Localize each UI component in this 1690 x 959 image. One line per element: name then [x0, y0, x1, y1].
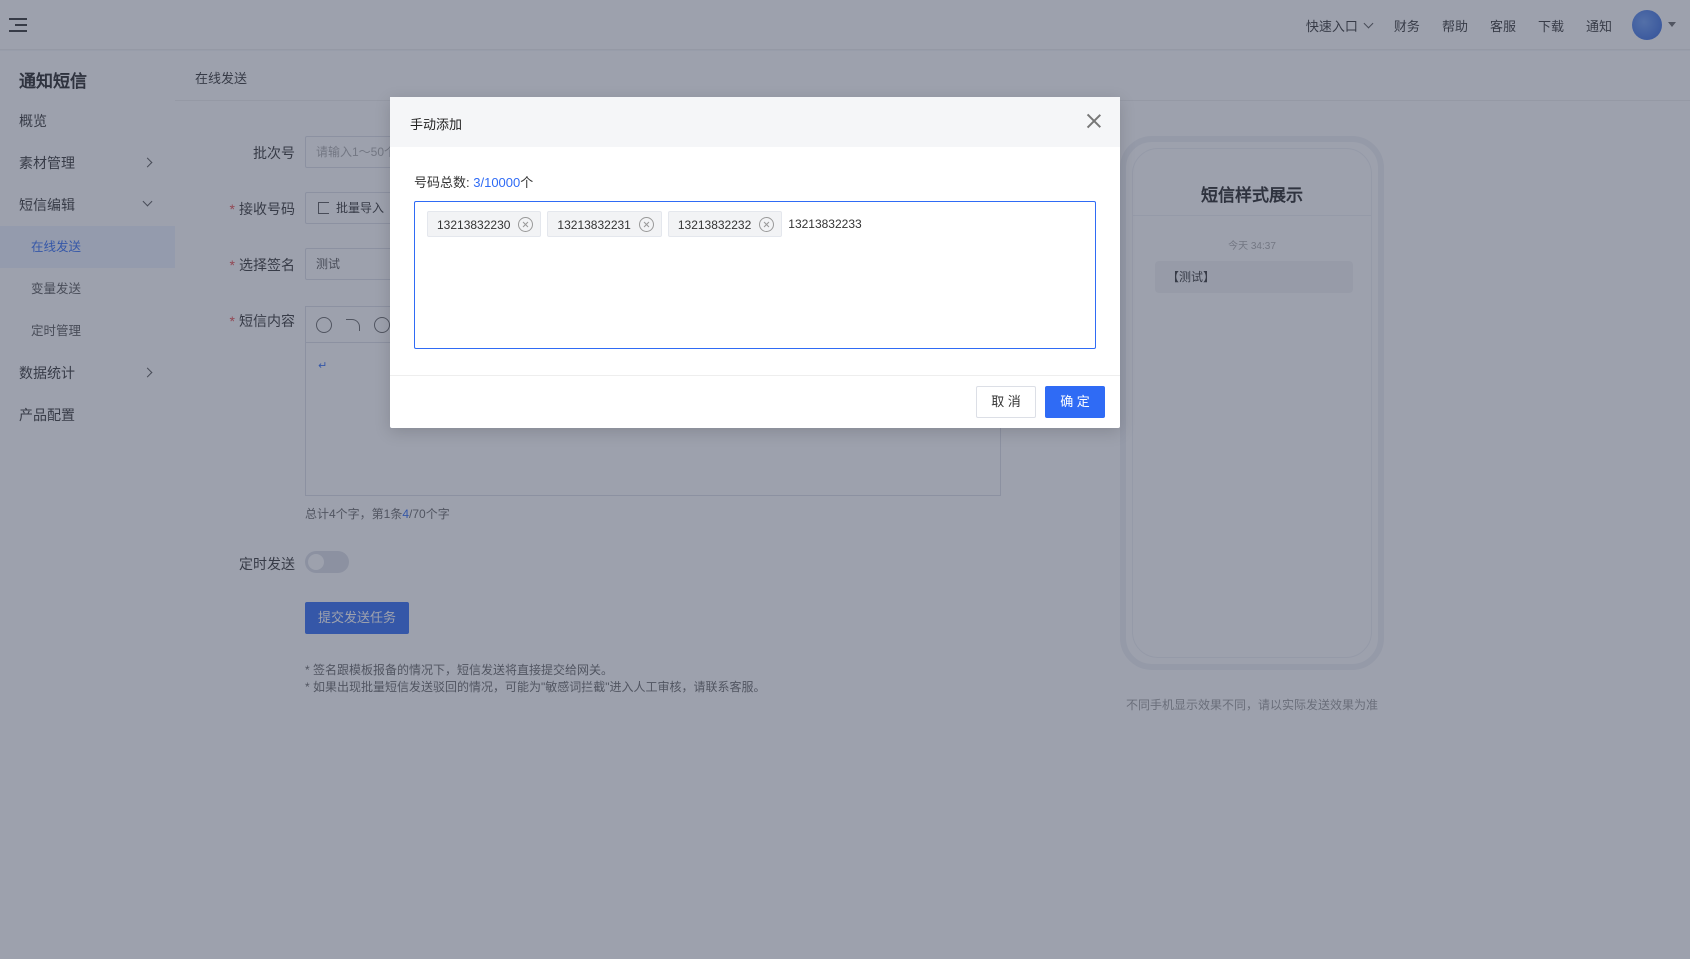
confirm-button[interactable]: 确 定 [1045, 386, 1105, 418]
cancel-button[interactable]: 取 消 [976, 386, 1036, 418]
phone-tag: 13213832230 [427, 211, 542, 237]
phone-number-input[interactable] [788, 211, 909, 237]
divider [390, 375, 1120, 376]
close-icon[interactable] [1086, 113, 1102, 129]
tag-list: 13213832230 13213832231 13213832232 [427, 211, 1083, 237]
phone-tag: 13213832231 [547, 211, 662, 237]
remove-tag-icon[interactable] [518, 217, 534, 232]
manual-add-dialog: 手动添加 号码总数: 3/10000个 13213832230 13213832… [390, 97, 1120, 428]
number-tag-input[interactable]: 13213832230 13213832231 13213832232 [414, 201, 1096, 349]
number-total: 号码总数: 3/10000个 [414, 175, 534, 190]
dialog-title: 手动添加 [410, 117, 463, 132]
remove-tag-icon[interactable] [759, 217, 775, 232]
phone-tag: 13213832232 [667, 211, 783, 237]
dialog-header: 手动添加 [390, 97, 1120, 147]
remove-tag-icon[interactable] [638, 217, 654, 232]
